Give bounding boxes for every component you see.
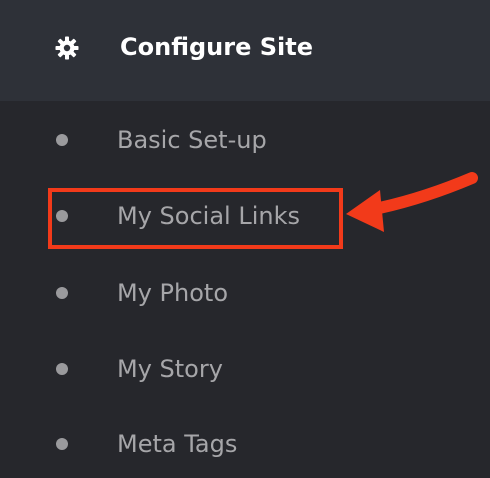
menu-item-label: My Photo: [117, 279, 228, 307]
panel-title: Configure Site: [120, 33, 313, 61]
bullet-icon: [56, 363, 68, 375]
menu-item-label: Basic Set-up: [117, 126, 267, 154]
highlight-box: [48, 188, 343, 249]
panel-header: Configure Site: [0, 0, 490, 101]
bullet-icon: [56, 287, 68, 299]
red-arrow-icon: [346, 172, 478, 232]
gear-icon: [55, 36, 79, 60]
menu-item-meta-tags[interactable]: Meta Tags: [0, 418, 490, 468]
bullet-icon: [56, 438, 68, 450]
bullet-icon: [56, 134, 68, 146]
menu-item-label: My Story: [117, 355, 223, 383]
menu-item-my-story[interactable]: My Story: [0, 343, 490, 393]
menu-item-my-photo[interactable]: My Photo: [0, 267, 490, 317]
sidebar-panel: Configure Site Basic Set-up My Social Li…: [0, 0, 490, 478]
menu-item-label: Meta Tags: [117, 430, 238, 458]
menu-item-basic-setup[interactable]: Basic Set-up: [0, 114, 490, 164]
